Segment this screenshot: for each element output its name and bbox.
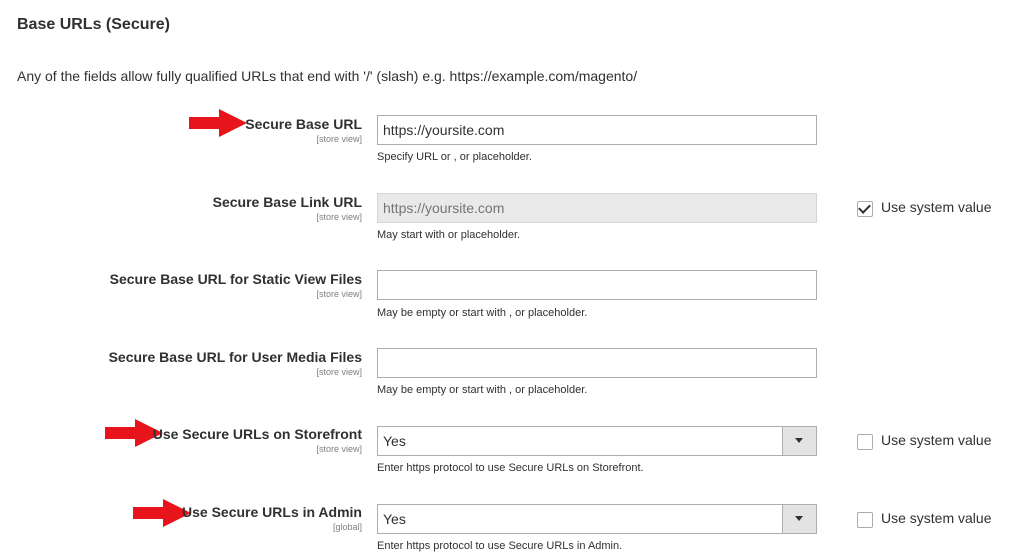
field-label: Secure Base URL for User Media Files xyxy=(108,349,362,365)
use-system-value-label: Use system value xyxy=(881,432,992,448)
use-secure-storefront-label: Use Secure URLs on Storefront [store vie… xyxy=(153,426,362,455)
field-label: Use Secure URLs on Storefront xyxy=(152,426,362,442)
secure-static-url-label: Secure Base URL for Static View Files [s… xyxy=(110,271,362,300)
use-secure-admin-select[interactable]: Yes xyxy=(377,504,817,534)
checkmark-icon xyxy=(858,201,871,214)
red-arrow-right-icon xyxy=(189,109,247,137)
use-secure-admin-note: Enter https protocol to use Secure URLs … xyxy=(377,540,623,552)
selected-value: Yes xyxy=(383,511,406,527)
select-dropdown-button[interactable] xyxy=(782,505,816,533)
use-secure-admin-label: Use Secure URLs in Admin [global] xyxy=(182,504,362,533)
section-title: Base URLs (Secure) xyxy=(17,16,170,33)
field-label: Secure Base URL for Static View Files xyxy=(109,271,362,287)
section-description: Any of the fields allow fully qualified … xyxy=(17,68,638,84)
secure-base-link-url-input[interactable] xyxy=(377,193,817,223)
scope-label: [store view] xyxy=(316,134,362,144)
secure-media-url-note: May be empty or start with , or placehol… xyxy=(377,384,588,396)
field-label: Use Secure URLs in Admin xyxy=(182,504,362,520)
scope-label: [store view] xyxy=(316,367,362,377)
use-secure-storefront-note: Enter https protocol to use Secure URLs … xyxy=(377,462,644,474)
use-system-value-checkbox[interactable] xyxy=(857,512,873,528)
field-label: Secure Base URL xyxy=(245,116,362,132)
secure-base-url-note: Specify URL or , or placeholder. xyxy=(377,151,532,163)
secure-base-url-input[interactable] xyxy=(377,115,817,145)
secure-static-url-input[interactable] xyxy=(377,270,817,300)
config-page: Base URLs (Secure) Any of the fields all… xyxy=(0,0,1024,560)
secure-static-url-note: May be empty or start with , or placehol… xyxy=(377,307,588,319)
scope-label: [store view] xyxy=(316,212,362,222)
use-secure-storefront-select[interactable]: Yes xyxy=(377,426,817,456)
selected-value: Yes xyxy=(383,433,406,449)
scope-label: [store view] xyxy=(316,444,362,454)
use-system-value-checkbox[interactable] xyxy=(857,434,873,450)
secure-base-link-url-label: Secure Base Link URL [store view] xyxy=(213,194,362,223)
secure-base-url-label: Secure Base URL [store view] xyxy=(245,116,362,145)
use-system-value-checkbox[interactable] xyxy=(857,201,873,217)
secure-base-link-url-note: May start with or placeholder. xyxy=(377,229,521,241)
scope-label: [store view] xyxy=(316,289,362,299)
use-system-value-label: Use system value xyxy=(881,510,992,526)
chevron-down-icon xyxy=(795,516,803,521)
secure-media-url-input[interactable] xyxy=(377,348,817,378)
use-system-value-label: Use system value xyxy=(881,199,992,215)
chevron-down-icon xyxy=(795,438,803,443)
secure-media-url-label: Secure Base URL for User Media Files [st… xyxy=(109,349,362,378)
field-label: Secure Base Link URL xyxy=(212,194,362,210)
select-dropdown-button[interactable] xyxy=(782,427,816,455)
scope-label: [global] xyxy=(332,522,362,532)
